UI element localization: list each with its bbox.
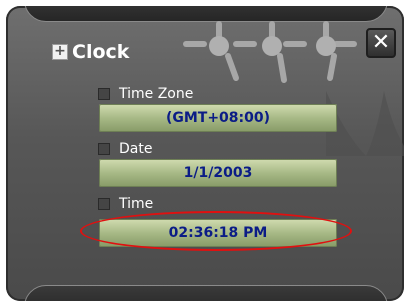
date-checkbox-icon [98, 143, 110, 155]
timezone-label: Time Zone [119, 86, 194, 102]
date-label-row: Date [98, 141, 152, 157]
dialog-title: Clock [72, 41, 130, 63]
time-label-row: Time [98, 196, 153, 212]
date-field[interactable]: 1/1/2003 [99, 159, 337, 187]
timezone-field[interactable]: (GMT+08:00) [99, 104, 337, 132]
time-field[interactable]: 02:36:18 PM [99, 219, 337, 247]
bottom-decor-tab [24, 285, 388, 301]
plus-square-icon: + [52, 44, 68, 60]
date-label: Date [119, 141, 153, 157]
time-checkbox-icon [98, 198, 110, 210]
dialog-header: + Clock [52, 40, 129, 64]
timezone-label-row: Time Zone [98, 86, 193, 102]
timezone-checkbox-icon [98, 88, 110, 100]
close-button[interactable]: ✕ [366, 28, 396, 58]
time-label: Time [119, 196, 154, 212]
close-icon: ✕ [371, 30, 391, 55]
clock-dialog: ✕ + Clock Time Zone (GMT+08:00) Date 1/1… [6, 6, 404, 301]
